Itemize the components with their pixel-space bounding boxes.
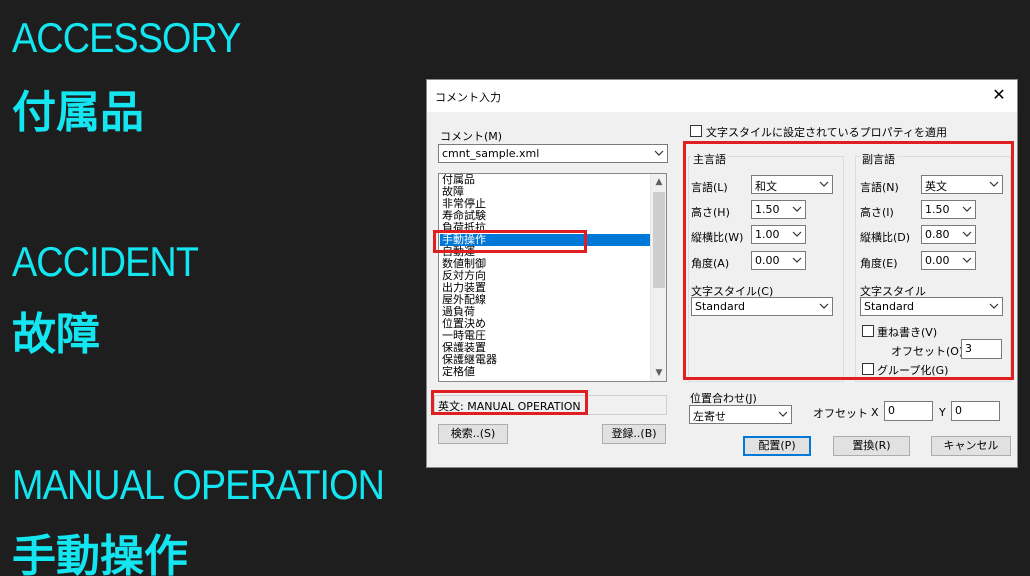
align-value: 左寄せ [693, 410, 726, 423]
comment-file-select[interactable]: cmnt_sample.xml [438, 144, 668, 163]
list-item[interactable]: 反対方向 [440, 270, 652, 282]
list-item[interactable]: 付属品 [440, 174, 652, 186]
list-scrollbar[interactable]: ▲ ▼ [650, 174, 666, 381]
dialog-title: コメント入力 [435, 91, 501, 104]
list-item[interactable]: 非常停止 [440, 198, 652, 210]
highlight-english-text [431, 390, 588, 415]
list-item[interactable]: 保護継電器 [440, 354, 652, 366]
list-item[interactable]: 位置決め [440, 318, 652, 330]
list-item[interactable]: 保護装置 [440, 342, 652, 354]
align-select[interactable]: 左寄せ [689, 405, 792, 424]
caption-jp-manual-operation: 手動操作 [12, 531, 188, 576]
chevron-down-icon [654, 150, 664, 156]
comment-file-value: cmnt_sample.xml [442, 147, 540, 160]
place-button[interactable]: 配置(P) [743, 436, 811, 456]
list-item[interactable]: 屋外配線 [440, 294, 652, 306]
highlight-language-panels [683, 141, 1014, 380]
caption-jp-accessory: 付属品 [12, 87, 144, 138]
x-offset-input[interactable]: 0 [884, 401, 933, 421]
comment-list[interactable]: 付属品 故障 非常停止 寿命試験 負荷抵抗 手動操作 自動運 数値制御 反対方向 出力装置 屋外配線… [438, 173, 667, 382]
chevron-down-icon [778, 411, 788, 417]
dialog-title-bar: コメント入力 ✕ [427, 80, 1017, 112]
list-item[interactable]: 数値制御 [440, 258, 652, 270]
comment-label: コメント(M) [440, 130, 503, 143]
search-button[interactable]: 検索..(S) [438, 424, 508, 444]
list-item[interactable]: 過負荷 [440, 306, 652, 318]
caption-en-manual-operation: MANUAL OPERATION [12, 461, 385, 508]
list-item[interactable]: 故障 [440, 186, 652, 198]
cancel-button[interactable]: キャンセル [931, 436, 1011, 456]
highlight-selected-item [433, 230, 587, 253]
apply-style-checkbox[interactable] [690, 125, 702, 137]
comment-list-items: 付属品 故障 非常停止 寿命試験 負荷抵抗 手動操作 自動運 数値制御 反対方向 出力装置 屋外配線… [440, 174, 652, 378]
list-item[interactable]: 定格値 [440, 366, 652, 378]
offset-label: オフセット [813, 407, 868, 420]
x-label: X [871, 406, 879, 419]
caption-jp-accident: 故障 [12, 309, 100, 360]
y-label: Y [939, 406, 946, 419]
caption-en-accessory: ACCESSORY [12, 14, 241, 61]
y-offset-value: 0 [955, 404, 962, 417]
replace-button[interactable]: 置換(R) [833, 436, 910, 456]
list-item[interactable]: 一時電圧 [440, 330, 652, 342]
scroll-up-icon[interactable]: ▲ [651, 174, 666, 190]
y-offset-input[interactable]: 0 [951, 401, 1000, 421]
caption-en-accident: ACCIDENT [12, 238, 199, 285]
close-icon[interactable]: ✕ [989, 85, 1009, 105]
list-item[interactable]: 寿命試験 [440, 210, 652, 222]
list-item[interactable]: 出力装置 [440, 282, 652, 294]
scroll-down-icon[interactable]: ▼ [651, 365, 666, 381]
register-button[interactable]: 登録..(B) [602, 424, 666, 444]
align-label: 位置合わせ(J) [690, 392, 757, 405]
apply-style-label: 文字スタイルに設定されているプロパティを適用 [706, 126, 948, 139]
scroll-thumb[interactable] [653, 192, 665, 288]
x-offset-value: 0 [888, 404, 895, 417]
